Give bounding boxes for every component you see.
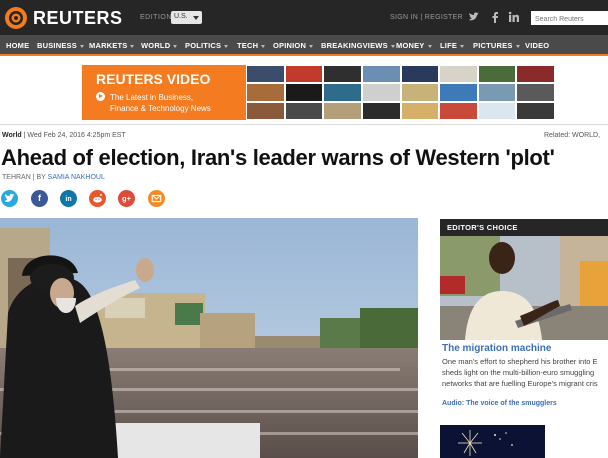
nav-label: BREAKINGVIEWS: [321, 41, 388, 50]
nav-item-opinion[interactable]: OPINION: [273, 41, 314, 50]
play-icon: [96, 92, 105, 101]
nav-label: WORLD: [141, 41, 171, 50]
nav-label: TECH: [237, 41, 259, 50]
nav-label: HOME: [6, 41, 30, 50]
ad-title: REUTERS VIDEO: [96, 71, 211, 87]
chevron-down-icon: [79, 44, 84, 48]
signin-register-link[interactable]: SIGN IN | REGISTER: [390, 14, 463, 21]
nav-label: OPINION: [273, 41, 307, 50]
editors-choice-thumbnail[interactable]: [440, 425, 545, 458]
article-main-photo[interactable]: [0, 218, 418, 458]
reddit-icon[interactable]: [89, 190, 106, 207]
nav-label: PICTURES: [473, 41, 513, 50]
nav-label: BUSINESS: [37, 41, 77, 50]
nav-item-home[interactable]: HOME: [6, 41, 29, 50]
edition-select[interactable]: U.S.: [171, 11, 202, 24]
nav-item-business[interactable]: BUSINESS: [37, 41, 84, 50]
chevron-down-icon: [390, 44, 395, 48]
chevron-down-icon: [515, 44, 520, 48]
article-date: Wed Feb 24, 2016 4:25pm EST: [27, 132, 126, 139]
reuters-logo-icon[interactable]: [4, 6, 28, 30]
nav-item-world[interactable]: WORLD: [141, 41, 178, 50]
chevron-down-icon: [193, 16, 199, 20]
chevron-down-icon: [261, 44, 266, 48]
author-link[interactable]: SAMIA NAKHOUL: [48, 174, 105, 181]
chevron-down-icon: [224, 44, 229, 48]
editors-choice-title[interactable]: The migration machine: [442, 343, 551, 354]
google-plus-glyph: g+: [122, 194, 131, 203]
chevron-down-icon: [309, 44, 314, 48]
chevron-down-icon: [460, 44, 465, 48]
facebook-icon[interactable]: [488, 10, 502, 24]
ad-line-2: Finance & Technology News: [110, 104, 211, 113]
nav-label: LIFE: [440, 41, 458, 50]
article-meta: World | Wed Feb 24, 2016 4:25pm EST: [2, 132, 126, 139]
nav-label: POLITICS: [185, 41, 222, 50]
nav-label: MONEY: [396, 41, 425, 50]
ad-line-1: The Latest in Business,: [110, 93, 194, 102]
reuters-video-ad[interactable]: REUTERS VIDEO The Latest in Business, Fi…: [82, 65, 555, 120]
editors-choice-summary-line-2: sheds light on the multi-billion-euro sm…: [442, 368, 595, 377]
edition-value: U.S.: [174, 13, 188, 20]
editors-choice-summary-line-1: One man's effort to shepherd his brother…: [442, 357, 598, 366]
ad-image-mosaic: [246, 65, 555, 120]
editors-choice-header: EDITOR'S CHOICE: [440, 219, 608, 236]
nav-item-breakingviews[interactable]: BREAKINGVIEWS: [321, 41, 395, 50]
nav-item-video[interactable]: VIDEO: [525, 41, 549, 50]
main-nav: HOME BUSINESS MARKETS WORLD POLITICS TEC…: [0, 35, 608, 56]
linkedin-icon[interactable]: [507, 10, 521, 24]
top-bar: REUTERS EDITION: U.S. SIGN IN | REGISTER: [0, 0, 608, 35]
chevron-down-icon: [130, 44, 135, 48]
nav-item-money[interactable]: MONEY: [396, 41, 432, 50]
editors-choice-photo[interactable]: [440, 236, 608, 340]
twitter-icon[interactable]: [467, 10, 481, 24]
nav-item-pictures[interactable]: PICTURES: [473, 41, 520, 50]
twitter-icon[interactable]: [1, 190, 18, 207]
chevron-down-icon: [427, 44, 432, 48]
search-input[interactable]: [531, 11, 608, 25]
chevron-down-icon: [173, 44, 178, 48]
related-topics[interactable]: Related: WORLD,: [544, 132, 600, 139]
nav-item-politics[interactable]: POLITICS: [185, 41, 229, 50]
facebook-icon[interactable]: f: [31, 190, 48, 207]
google-plus-icon[interactable]: g+: [118, 190, 135, 207]
byline: TEHRAN | BY SAMIA NAKHOUL: [2, 174, 105, 181]
editors-choice-summary-line-3: networks that are fuelling Europe's migr…: [442, 379, 598, 388]
nav-item-markets[interactable]: MARKETS: [89, 41, 135, 50]
article-headline: Ahead of election, Iran's leader warns o…: [1, 145, 555, 170]
email-icon[interactable]: [148, 190, 165, 207]
nav-item-tech[interactable]: TECH: [237, 41, 266, 50]
dateline: TEHRAN | BY: [2, 174, 46, 181]
nav-item-life[interactable]: LIFE: [440, 41, 465, 50]
divider: [0, 124, 608, 125]
facebook-glyph: f: [38, 193, 41, 203]
linkedin-icon[interactable]: in: [60, 190, 77, 207]
editors-choice-audio-link[interactable]: Audio: The voice of the smugglers: [442, 400, 557, 407]
linkedin-glyph: in: [65, 196, 72, 203]
nav-label: MARKETS: [89, 41, 128, 50]
brand-name[interactable]: REUTERS: [33, 8, 123, 29]
edition-label: EDITION:: [140, 14, 175, 21]
nav-label: VIDEO: [525, 41, 550, 50]
section-link[interactable]: World: [2, 132, 22, 139]
